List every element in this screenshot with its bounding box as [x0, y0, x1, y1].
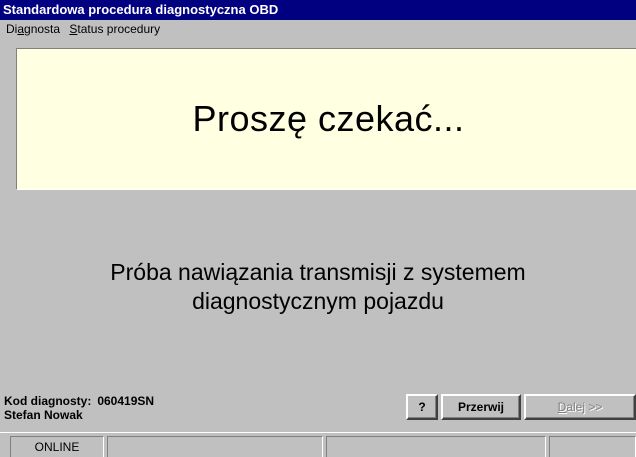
window-title-bar[interactable]: Standardowa procedura diagnostyczna OBD [0, 0, 636, 20]
wait-banner: Proszę czekać... [16, 48, 636, 190]
connection-message-line-1: Próba nawiązania transmisji z systemem [110, 259, 526, 285]
abort-button[interactable]: Przerwij [441, 394, 521, 420]
menu-diagnosta-label-a: Di [6, 22, 18, 36]
status-pane-4 [549, 436, 636, 457]
operator-code-label: Kod diagnosty: [4, 394, 92, 408]
menu-status-procedury[interactable]: Status procedury [67, 20, 164, 39]
help-button-label: ? [418, 400, 426, 414]
abort-button-label: Przerwij [457, 400, 505, 414]
connection-message: Próba nawiązania transmisji z systemem d… [0, 258, 636, 316]
next-button[interactable]: Dalej >> [524, 394, 636, 420]
next-button-label: alej >> [566, 400, 603, 414]
wait-banner-text: Proszę czekać... [192, 98, 465, 139]
window-title: Standardowa procedura diagnostyczna OBD [3, 2, 279, 17]
menu-status-label: tatus procedury [77, 22, 161, 36]
menu-diagnosta[interactable]: Diagnosta [4, 20, 64, 39]
operator-name: Stefan Nowak [4, 408, 83, 422]
status-pane-2 [107, 436, 323, 457]
next-button-accel: D [557, 400, 567, 414]
connection-message-line-2: diagnostycznym pojazdu [192, 288, 444, 314]
main-panel: Proszę czekać... Próba nawiązania transm… [0, 40, 636, 430]
operator-code-value: 060419SN [97, 394, 155, 408]
menu-diagnosta-label-b: gnosta [24, 22, 61, 36]
operator-info: Kod diagnosty: 060419SN Stefan Nowak [4, 394, 154, 422]
status-bar: ONLINE [0, 432, 636, 457]
menu-bar: Diagnosta Status procedury [0, 20, 636, 39]
status-pane-3 [326, 436, 546, 457]
help-button[interactable]: ? [406, 394, 438, 420]
status-pane-connection: ONLINE [10, 436, 104, 457]
